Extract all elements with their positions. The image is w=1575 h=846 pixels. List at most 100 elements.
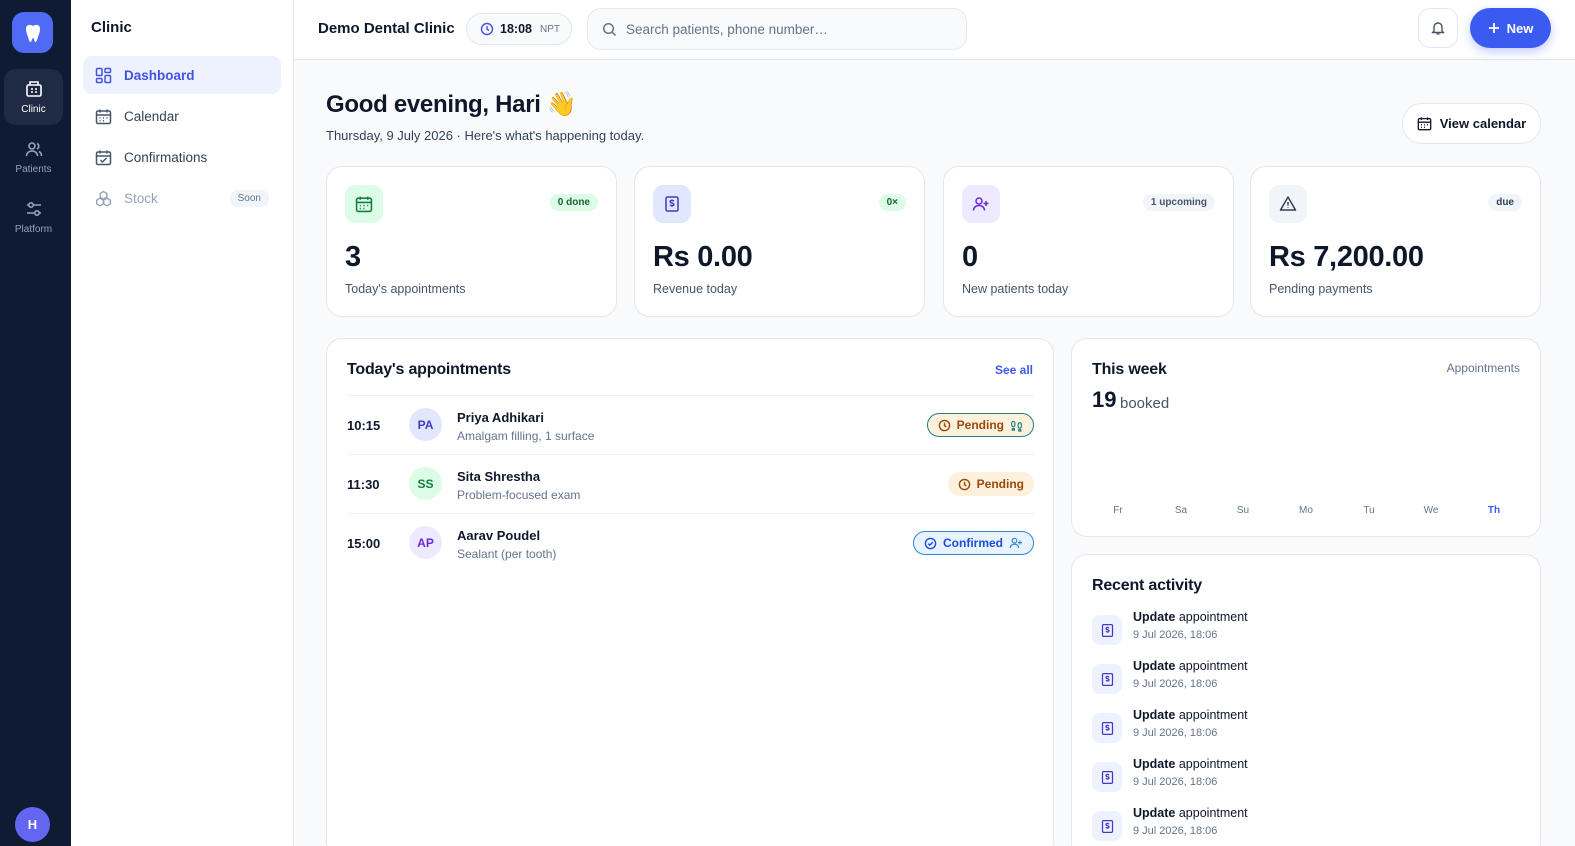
week-subtitle: Appointments	[1446, 361, 1520, 375]
stat-card-new-patients: 1 upcoming 0 New patients today	[943, 166, 1234, 317]
stat-value: Rs 0.00	[653, 241, 753, 273]
top-header: Demo Dental Clinic 18:08 NPT New	[294, 0, 1575, 60]
receipt-icon	[1092, 811, 1122, 841]
users-icon	[24, 139, 44, 159]
activity-text: Update appointment	[1133, 806, 1248, 820]
sidebar-item-dashboard[interactable]: Dashboard	[83, 56, 281, 94]
sidebar-item-stock: Stock Soon	[83, 179, 281, 217]
stat-value: 3	[345, 241, 361, 273]
patient-name: Aarav Poudel	[457, 528, 541, 543]
this-week-panel: This week Appointments 19 booked Fr Sa S…	[1071, 338, 1541, 537]
stat-badge: 1 upcoming	[1142, 194, 1215, 211]
new-button[interactable]: New	[1470, 8, 1551, 48]
activity-action: Update	[1133, 757, 1176, 771]
activity-item[interactable]: Update appointment 9 Jul 2026, 18:06	[1092, 806, 1512, 846]
plus-icon	[1488, 22, 1500, 34]
appointment-row[interactable]: 11:30 SS Sita Shrestha Problem-focused e…	[347, 454, 1034, 513]
stat-value: Rs 7,200.00	[1269, 241, 1424, 273]
calendar-check-icon	[95, 149, 112, 166]
appointment-row[interactable]: 10:15 PA Priya Adhikari Amalgam filling,…	[347, 395, 1034, 454]
status-badge[interactable]: Pending	[926, 413, 1034, 437]
greeting-title: Good evening, Hari	[326, 90, 541, 118]
stat-label: Revenue today	[653, 282, 738, 296]
appointment-time: 11:30	[347, 477, 380, 492]
current-time: 18:08	[500, 22, 532, 36]
activity-item[interactable]: Update appointment 9 Jul 2026, 18:06	[1092, 610, 1512, 650]
day-label: Su	[1236, 505, 1250, 516]
stat-card-pending-payments: due Rs 7,200.00 Pending payments	[1250, 166, 1541, 317]
sidebar: Clinic Dashboard Calendar Confirmations …	[71, 0, 294, 846]
activity-object: appointment	[1178, 610, 1248, 624]
app-rail: Clinic Patients Platform H	[0, 0, 71, 846]
user-plus-icon	[1009, 536, 1023, 550]
status-badge[interactable]: Confirmed	[913, 531, 1034, 555]
calendar-icon	[95, 108, 112, 125]
sidebar-item-label: Confirmations	[124, 149, 208, 165]
rail-item-clinic[interactable]: Clinic	[4, 69, 63, 125]
activity-action: Update	[1133, 708, 1176, 722]
view-calendar-button[interactable]: View calendar	[1402, 103, 1541, 144]
activity-time: 9 Jul 2026, 18:06	[1133, 727, 1218, 739]
activity-time: 9 Jul 2026, 18:06	[1133, 629, 1218, 641]
day-label: Tu	[1363, 505, 1375, 516]
rail-item-platform[interactable]: Platform	[4, 189, 63, 245]
status-label: Pending	[956, 418, 1004, 432]
sidebar-item-label: Stock	[124, 190, 158, 206]
stat-card-revenue: 0× Rs 0.00 Revenue today	[634, 166, 925, 317]
activity-item[interactable]: Update appointment 9 Jul 2026, 18:06	[1092, 757, 1512, 797]
search-input[interactable]	[626, 21, 946, 37]
appointment-time: 15:00	[347, 536, 381, 551]
sidebar-item-confirmations[interactable]: Confirmations	[83, 138, 281, 176]
receipt-icon	[1092, 664, 1122, 694]
sidebar-item-calendar[interactable]: Calendar	[83, 97, 281, 135]
sidebar-title: Clinic	[91, 19, 132, 36]
patient-avatar: SS	[409, 467, 442, 500]
appointment-row[interactable]: 15:00 AP Aarav Poudel Sealant (per tooth…	[347, 513, 1034, 572]
day-label: Fr	[1113, 505, 1123, 516]
procedure: Amalgam filling, 1 surface	[457, 429, 595, 443]
activity-item[interactable]: Update appointment 9 Jul 2026, 18:06	[1092, 708, 1512, 748]
wave-emoji: 👋	[546, 91, 577, 118]
warning-icon	[1269, 185, 1307, 223]
calendar-icon	[345, 185, 383, 223]
procedure: Sealant (per tooth)	[457, 547, 557, 561]
week-title: This week	[1092, 361, 1167, 378]
stat-card-appointments: 0 done 3 Today's appointments	[326, 166, 617, 317]
clock-icon	[938, 419, 951, 432]
stat-label: New patients today	[962, 282, 1069, 296]
activity-time: 9 Jul 2026, 18:06	[1133, 776, 1218, 788]
appointments-panel: Today's appointments See all 10:15 PA Pr…	[326, 338, 1054, 846]
rail-item-patients[interactable]: Patients	[4, 129, 63, 185]
activity-item[interactable]: Update appointment 9 Jul 2026, 18:06	[1092, 659, 1512, 699]
status-label: Confirmed	[943, 536, 1003, 550]
check-circle-icon	[924, 537, 937, 550]
activity-object: appointment	[1178, 708, 1248, 722]
see-all-link[interactable]: See all	[995, 363, 1033, 377]
status-label: Pending	[976, 477, 1024, 491]
building-icon	[24, 79, 44, 99]
receipt-icon	[1092, 615, 1122, 645]
activity-object: appointment	[1178, 757, 1248, 771]
view-calendar-label: View calendar	[1439, 116, 1527, 131]
search-box[interactable]	[587, 8, 967, 50]
activity-text: Update appointment	[1133, 757, 1248, 771]
patient-avatar: AP	[409, 526, 442, 559]
activity-action: Update	[1133, 610, 1176, 624]
activity-text: Update appointment	[1133, 610, 1248, 624]
activity-action: Update	[1133, 806, 1176, 820]
timezone: NPT	[539, 23, 560, 35]
stat-badge: 0×	[878, 194, 906, 211]
clock-icon	[480, 22, 494, 36]
activity-time: 9 Jul 2026, 18:06	[1133, 825, 1218, 837]
stat-label: Pending payments	[1269, 282, 1373, 296]
calendar-icon	[1417, 116, 1432, 131]
stat-label: Today's appointments	[345, 282, 466, 296]
tooth-logo-icon[interactable]	[12, 12, 53, 53]
status-badge[interactable]: Pending	[947, 472, 1034, 496]
notifications-button[interactable]	[1418, 8, 1458, 48]
stat-badge: 0 done	[549, 194, 598, 211]
rail-item-label: Patients	[15, 164, 52, 175]
user-avatar[interactable]: H	[15, 807, 50, 842]
dashboard-icon	[95, 67, 112, 84]
sliders-icon	[24, 199, 44, 219]
